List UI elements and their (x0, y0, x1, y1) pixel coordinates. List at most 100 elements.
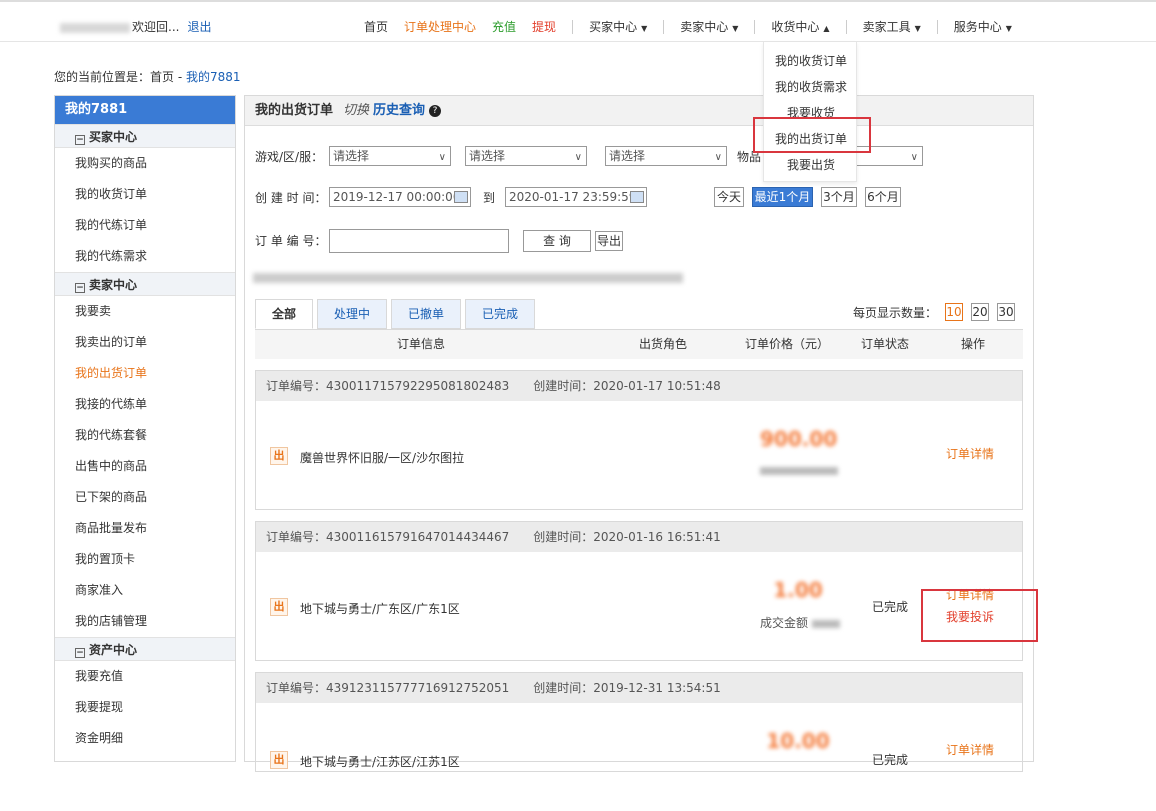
perpage-20[interactable]: 20 (971, 303, 989, 321)
dropdown-item-receive-orders[interactable]: 我的收货订单 (764, 52, 858, 69)
export-button[interactable]: 导出 (595, 231, 623, 251)
page-title: 我的出货订单 (255, 103, 334, 118)
nav-seller-tools-label: 卖家工具 (862, 20, 911, 34)
sidebar-section-label: 买家中心 (89, 130, 138, 144)
sidebar-item[interactable]: 商品批量发布 (55, 513, 235, 544)
nav-withdraw[interactable]: 提现 (532, 18, 556, 35)
breadcrumb: 您的当前位置是：首页 - 我的7881 (54, 68, 241, 85)
sidebar-item[interactable]: 我的收货订单 (55, 179, 235, 210)
start-time-input[interactable]: 2019-12-17 00:00:00 (329, 187, 471, 207)
tab-cancelled[interactable]: 已撤单 (391, 299, 462, 329)
sidebar-section-buyer[interactable]: − 买家中心 (55, 124, 235, 148)
query-button[interactable]: 查 询 (523, 230, 591, 252)
quick-3month-button[interactable]: 3个月 (821, 187, 857, 207)
order-no-input[interactable] (329, 229, 509, 253)
chevron-down-icon: ∨ (714, 152, 722, 163)
chevron-down-icon: ▼ (914, 24, 921, 33)
sidebar-item[interactable]: 资金明细 (55, 723, 235, 754)
end-time-input[interactable]: 2020-01-17 23:59:59 (505, 187, 647, 207)
quick-6month-button[interactable]: 6个月 (865, 187, 901, 207)
top-nav: 首页 订单处理中心 充值 提现 买家中心 ▼ 卖家中心 ▼ 收货中心 ▲ 卖家工具 ▼ … (364, 18, 1028, 35)
top-bar: 欢迎回... 退出 首页 订单处理中心 充值 提现 买家中心 ▼ 卖家中心 ▼ 收货中… (0, 0, 1156, 42)
order-price: 900.00 (760, 427, 838, 451)
nav-recharge[interactable]: 充值 (492, 18, 516, 35)
nav-buyer-center[interactable]: 买家中心 ▼ (589, 18, 647, 35)
sidebar-item[interactable]: 我卖出的订单 (55, 327, 235, 358)
sidebar-item[interactable]: 我接的代练单 (55, 389, 235, 420)
sidebar-item[interactable]: 我购买的商品 (55, 148, 235, 179)
game-filter-label: 游戏/区/服： (255, 150, 324, 164)
nav-seller-tools[interactable]: 卖家工具 ▼ (863, 18, 921, 35)
sidebar-item[interactable]: 我的代练套餐 (55, 420, 235, 451)
game-select[interactable]: 请选择 ∨ (329, 146, 451, 166)
sidebar-item[interactable]: 已下架的商品 (55, 482, 235, 513)
help-icon[interactable]: ? (429, 105, 442, 117)
sidebar-section-assets[interactable]: − 资产中心 (55, 637, 235, 661)
quick-today-button[interactable]: 今天 (714, 187, 744, 207)
to-label: 到 (483, 191, 496, 205)
calendar-icon[interactable] (630, 191, 644, 203)
nav-order-center[interactable]: 订单处理中心 (404, 18, 476, 35)
nav-home[interactable]: 首页 (364, 18, 388, 35)
collapse-icon: − (75, 648, 85, 658)
sidebar-item[interactable]: 我要提现 (55, 692, 235, 723)
order-header: 订单编号：430011615791647014434467 创建时间：2020-0… (256, 522, 1022, 552)
order-no: 430011715792295081802483 (326, 379, 510, 393)
dropdown-item-receive-needs[interactable]: 我的收货需求 (764, 78, 858, 95)
sidebar-item[interactable]: 商家准入 (55, 575, 235, 606)
calendar-icon[interactable] (454, 191, 468, 203)
sidebar-section-label: 卖家中心 (89, 278, 138, 292)
sidebar-item[interactable]: 我的置顶卡 (55, 544, 235, 575)
perpage-label: 每页显示数量： (852, 305, 937, 320)
nav-seller-center-label: 卖家中心 (680, 20, 729, 34)
nav-receive-center[interactable]: 收货中心 ▲ (771, 18, 829, 35)
order-price-sub (760, 463, 850, 477)
sidebar-item[interactable]: 我要充值 (55, 661, 235, 692)
sidebar-item[interactable]: 我的代练需求 (55, 241, 235, 272)
welcome-text: 欢迎回... 退出 (60, 18, 211, 35)
welcome-label: 欢迎回... (132, 20, 180, 34)
nav-divider (572, 19, 574, 34)
server-select[interactable]: 请选择 ∨ (605, 146, 727, 166)
breadcrumb-current[interactable]: 我的7881 (186, 70, 241, 84)
order-time: 2020-01-16 16:51:41 (593, 530, 721, 544)
nav-service-center[interactable]: 服务中心 ▼ (954, 18, 1012, 35)
sidebar-item[interactable]: 我的代练订单 (55, 210, 235, 241)
order-game: 地下城与勇士/广东区/广东1区 (300, 602, 460, 616)
sidebar-item-active[interactable]: 我的出货订单 (55, 358, 235, 389)
logout-link[interactable]: 退出 (187, 20, 211, 34)
chevron-down-icon: ▼ (1005, 24, 1012, 33)
col-status: 订单状态 (861, 337, 910, 351)
order-no: 430011615791647014434467 (326, 530, 510, 544)
history-query-link[interactable]: 历史查询 (373, 103, 425, 118)
order-body: 出 地下城与勇士/江苏区/江苏1区 10.00 已完成 订单详情 (256, 703, 1022, 811)
create-time-label: 创 建 时 间： (255, 191, 327, 205)
nav-seller-center[interactable]: 卖家中心 ▼ (680, 18, 738, 35)
sidebar-item[interactable]: 出售中的商品 (55, 451, 235, 482)
dropdown-item-want-ship[interactable]: 我要出货 (764, 156, 858, 173)
order-detail-link[interactable]: 订单详情 (946, 445, 994, 462)
sidebar-item[interactable]: 我的店铺管理 (55, 606, 235, 637)
region-select[interactable]: 请选择 ∨ (465, 146, 587, 166)
perpage-30[interactable]: 30 (997, 303, 1015, 321)
sidebar-section-label: 资产中心 (89, 643, 138, 657)
region-select-value: 请选择 (469, 149, 506, 163)
blurred-amount (760, 466, 838, 475)
sidebar-section-seller[interactable]: − 卖家中心 (55, 272, 235, 296)
col-role: 出货角色 (639, 337, 688, 351)
tab-processing[interactable]: 处理中 (317, 299, 388, 329)
order-card: 订单编号：430011715792295081802483 创建时间：2020-0… (255, 370, 1023, 510)
order-header: 订单编号：430011715792295081802483 创建时间：2020-0… (256, 371, 1022, 401)
sidebar-title[interactable]: 我的7881 (55, 96, 235, 124)
perpage-10[interactable]: 10 (945, 303, 963, 321)
order-detail-link[interactable]: 订单详情 (946, 741, 994, 758)
col-operation: 操作 (961, 337, 986, 351)
sidebar-item[interactable]: 我要卖 (55, 296, 235, 327)
tab-all[interactable]: 全部 (255, 299, 314, 329)
chevron-down-icon: ∨ (574, 152, 582, 163)
chevron-down-icon: ∨ (910, 152, 918, 163)
order-no: 439123115777716912752051 (326, 681, 510, 695)
quick-1month-button[interactable]: 最近1个月 (752, 187, 813, 207)
tab-completed[interactable]: 已完成 (465, 299, 536, 329)
blurred-amount (811, 619, 840, 628)
